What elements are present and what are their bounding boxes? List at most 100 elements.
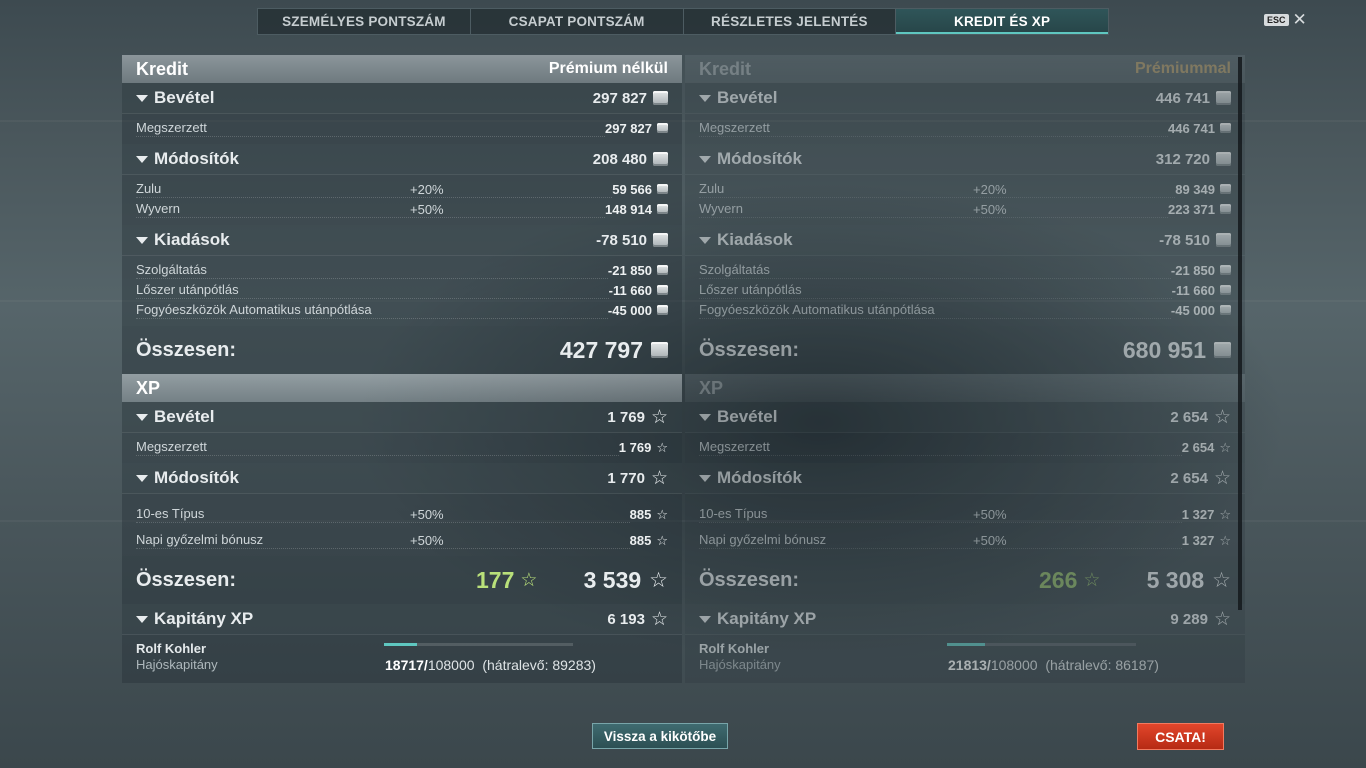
section-value: 312 720 [1155,150,1210,168]
credit-coin-icon [1220,184,1231,194]
section-label: Bevétel [717,88,778,107]
section-value: 2 654 [1170,469,1208,487]
tab-personal-score[interactable]: SZEMÉLYES PONTSZÁM [258,9,471,34]
credit-modifiers-section[interactable]: Módosítók 312 720 [685,144,1245,175]
captain-progress-bar [384,643,573,646]
captain-xp-current: 21813/ [948,657,991,673]
credit-coin-icon [653,91,668,105]
credit-income-section[interactable]: Bevétel 446 741 [685,83,1245,114]
section-value: 1 769 [607,408,645,426]
section-label: Módosítók [717,149,802,168]
battle-button[interactable]: CSATA! [1137,723,1224,750]
credit-coin-icon [1220,305,1231,315]
row-value: -45 000 [607,302,652,318]
xp-total: Összesen: 266 ☆ 5 308 ☆ [685,556,1245,604]
xp-header: XP [685,374,1245,402]
xp-total: Összesen: 177 ☆ 3 539 ☆ [122,556,682,604]
tab-team-score[interactable]: CSAPAT PONTSZÁM [471,9,684,34]
tab-credits-and-xp[interactable]: KREDIT ÉS XP [896,9,1108,34]
bonus-xp-star-icon: ☆ [520,569,538,591]
close-button[interactable]: ESC ✕ [1264,11,1307,28]
row-value: 1 327 [1181,506,1215,522]
collapse-triangle-icon[interactable] [136,474,148,482]
collapse-triangle-icon[interactable] [699,155,711,163]
credit-modifier-rows: Zulu +20% 89 349 Wyvern +50% 223 371 [685,175,1245,225]
captain-xp-readout: 18717/108000 (hátralevő: 89283) [385,657,596,673]
total-label: Összesen: [699,338,800,361]
credit-modifier-rows: Zulu +20% 59 566 Wyvern +50% 148 914 [122,175,682,225]
account-mode-label: Prémium nélkül [548,60,668,77]
captain-progress-fill [947,643,986,646]
row-name: 10-es Típus [136,506,630,523]
collapse-triangle-icon[interactable] [699,474,711,482]
xp-income-section[interactable]: Bevétel 1 769 ☆ [122,402,682,433]
panel-without-premium: Kredit Prémium nélkül Bevétel 297 827 Me… [122,55,682,683]
xp-star-icon: ☆ [656,506,668,522]
collapse-triangle-icon[interactable] [136,413,148,421]
xp-modifiers-section[interactable]: Módosítók 1 770 ☆ [122,463,682,494]
captain-xp-section[interactable]: Kapitány XP 6 193 ☆ [122,604,682,635]
collapse-triangle-icon[interactable] [136,155,148,163]
list-item: Lőszer utánpótlás -11 660 [685,280,1245,300]
collapse-triangle-icon[interactable] [699,236,711,244]
xp-star-icon: ☆ [649,568,668,592]
section-label: Kiadások [154,230,230,249]
row-value: 297 827 [605,120,652,136]
list-item: 10-es Típus +50% 885 ☆ [122,498,682,530]
collapse-triangle-icon[interactable] [136,94,148,102]
list-item: Megszerzett 297 827 [122,118,682,138]
list-item: Szolgáltatás -21 850 [685,260,1245,280]
credit-expenses-section[interactable]: Kiadások -78 510 [122,225,682,256]
list-item: Szolgáltatás -21 850 [122,260,682,280]
row-value: 89 349 [1175,181,1215,197]
scrollbar[interactable] [1238,57,1242,610]
account-mode-label: Prémiummal [1134,60,1231,77]
list-item: Zulu +20% 59 566 [122,179,682,199]
bonus-xp-value: 177 [476,566,515,593]
collapse-triangle-icon[interactable] [699,94,711,102]
section-label: Kiadások [717,230,793,249]
xp-modifier-rows: 10-es Típus +50% 1 327 ☆ Napi győzelmi bó… [685,494,1245,556]
row-name: Megszerzett [699,439,1182,456]
collapse-triangle-icon[interactable] [699,615,711,623]
credit-expenses-section[interactable]: Kiadások -78 510 [685,225,1245,256]
row-name: Fogyóeszközök Automatikus utánpótlása [136,302,608,319]
credit-modifiers-section[interactable]: Módosítók 208 480 [122,144,682,175]
credit-income-section[interactable]: Bevétel 297 827 [122,83,682,114]
xp-star-icon: ☆ [1213,608,1231,630]
total-value: 427 797 [559,336,643,363]
xp-star-icon: ☆ [650,608,668,630]
captain-xp-section[interactable]: Kapitány XP 9 289 ☆ [685,604,1245,635]
credit-title: Kredit [699,58,752,79]
section-value: 208 480 [592,150,647,168]
total-value: 5 308 [1146,566,1205,593]
captain-xp-remaining: (hátralevő: 86187) [1045,657,1159,673]
credit-coin-icon [653,152,668,166]
collapse-triangle-icon[interactable] [699,413,711,421]
credit-coin-icon [1220,265,1231,275]
section-label: Módosítók [154,149,239,168]
row-name: Zulu [136,181,613,198]
collapse-triangle-icon[interactable] [136,236,148,244]
row-name: Napi győzelmi bónusz [136,532,630,549]
section-value: 446 741 [1155,89,1210,107]
credit-coin-icon [657,265,668,275]
list-item: Fogyóeszközök Automatikus utánpótlása -4… [685,300,1245,320]
row-value: 59 566 [612,181,652,197]
tab-detailed-report[interactable]: RÉSZLETES JELENTÉS [684,9,897,34]
list-item: Napi győzelmi bónusz +50% 1 327 ☆ [685,530,1245,550]
close-icon[interactable]: ✕ [1293,11,1307,28]
section-label: Bevétel [154,407,215,426]
xp-star-icon: ☆ [1213,406,1231,428]
collapse-triangle-icon[interactable] [136,615,148,623]
credit-coin-icon [657,305,668,315]
section-value: 6 193 [607,610,645,628]
row-value: -11 660 [608,282,652,298]
row-value: -21 850 [607,262,652,278]
xp-income-section[interactable]: Bevétel 2 654 ☆ [685,402,1245,433]
row-value: -45 000 [1170,302,1215,318]
row-value: 2 654 [1181,439,1215,455]
back-to-port-button[interactable]: Vissza a kikötőbe [592,723,728,749]
xp-modifier-rows: 10-es Típus +50% 885 ☆ Napi győzelmi bónu… [122,494,682,556]
xp-modifiers-section[interactable]: Módosítók 2 654 ☆ [685,463,1245,494]
